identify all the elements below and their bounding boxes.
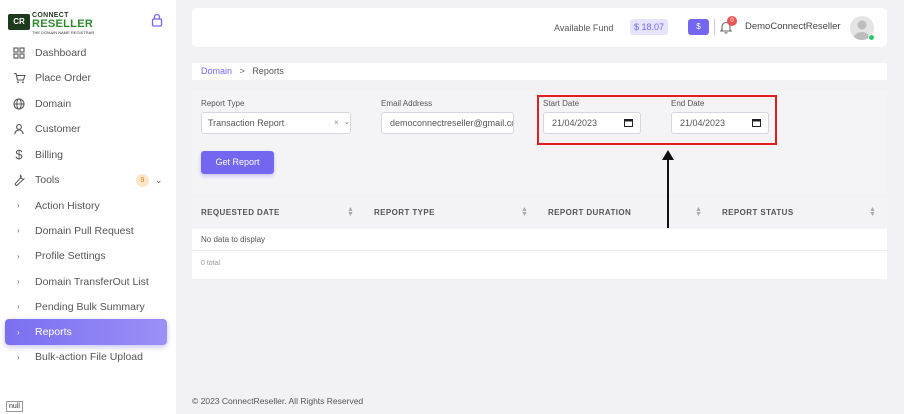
chevron-right-icon: ›: [17, 327, 20, 337]
available-fund-label: Available Fund: [554, 23, 614, 33]
clear-icon[interactable]: ×: [334, 113, 339, 133]
brand-logo[interactable]: CR CONNECT RESELLER THE DOMAIN NAME REGI…: [8, 12, 94, 35]
sidebar-subitem-label: Action History: [35, 199, 100, 212]
get-report-button[interactable]: Get Report: [201, 151, 274, 174]
sidebar-item-label: Place Order: [35, 72, 92, 85]
sidebar-subitem-label: Pending Bulk Summary: [35, 300, 145, 313]
email-address-field[interactable]: democonnectreseller@gmail.com: [381, 112, 514, 134]
chevron-right-icon: ›: [17, 201, 20, 211]
user-name[interactable]: DemoConnectReseller: [745, 21, 841, 32]
sidebar-subitem-domain-transferout-list[interactable]: › Domain TransferOut List: [0, 269, 176, 294]
sidebar-item-billing[interactable]: $ Billing: [0, 142, 176, 168]
sort-icon[interactable]: ▲ ▼: [695, 206, 702, 218]
sidebar-item-label: Customer: [35, 123, 81, 136]
sidebar-item-tools[interactable]: Tools 9 ⌄: [0, 168, 176, 194]
chevron-right-icon: ›: [17, 302, 20, 312]
header-divider: [714, 19, 715, 35]
sort-icon[interactable]: ▲ ▼: [869, 206, 876, 218]
sidebar-subitem-action-history[interactable]: › Action History: [0, 193, 176, 218]
sidebar-item-domain[interactable]: Domain: [0, 91, 176, 117]
date-range-highlight-box: [537, 95, 777, 145]
chevron-down-icon: ⌄: [155, 174, 163, 185]
sidebar-subitem-domain-pull-request[interactable]: › Domain Pull Request: [0, 218, 176, 243]
chevron-right-icon: ›: [17, 277, 20, 287]
sidebar-subitem-label: Bulk-action File Upload: [35, 351, 143, 364]
sidebar-nav: Dashboard Place Order Domain Customer $ …: [0, 40, 176, 370]
available-fund-value: $ 18.07: [630, 19, 669, 35]
sort-icon[interactable]: ▲ ▼: [347, 206, 354, 218]
sidebar-item-place-order[interactable]: Place Order: [0, 66, 176, 92]
chevron-down-icon[interactable]: ⌄: [344, 113, 350, 133]
sidebar-item-customer[interactable]: Customer: [0, 117, 176, 143]
column-header-requested-date[interactable]: REQUESTED DATE: [201, 208, 280, 217]
total-count: 0 total: [201, 260, 221, 267]
breadcrumb-current: Reports: [252, 66, 284, 76]
sidebar-subitem-reports[interactable]: › Reports: [5, 319, 167, 345]
table-header-row: REQUESTED DATE ▲ ▼ REPORT TYPE ▲ ▼ REPORT …: [192, 197, 887, 229]
breadcrumb-separator: >: [239, 66, 245, 76]
notification-badge: 0: [727, 16, 737, 26]
footer-copyright: © 2023 ConnectReseller. All Rights Reser…: [192, 396, 364, 406]
add-fund-button[interactable]: $: [688, 19, 709, 35]
top-header: Available Fund $ 18.07 $ 0 DemoConnectRe…: [192, 8, 887, 47]
sidebar-item-label: Tools: [35, 174, 60, 187]
null-tag: null: [6, 401, 23, 412]
column-header-report-status[interactable]: REPORT STATUS: [722, 208, 794, 217]
annotation-arrow-icon: [662, 150, 674, 228]
lock-icon[interactable]: [150, 13, 164, 27]
sidebar-subitem-pending-bulk-summary[interactable]: › Pending Bulk Summary: [0, 294, 176, 319]
sidebar-item-label: Domain: [35, 97, 72, 110]
sidebar-subitem-label: Profile Settings: [35, 250, 106, 263]
chevron-right-icon: ›: [17, 226, 20, 236]
report-type-select[interactable]: Transaction Report × ⌄: [201, 112, 351, 134]
logo-tagline: THE DOMAIN NAME REGISTRAR: [32, 30, 95, 35]
logo-mark: CR: [8, 14, 30, 30]
no-data-message: No data to display: [201, 235, 266, 244]
dollar-icon: $: [15, 147, 23, 163]
sidebar-subitem-label: Reports: [35, 326, 72, 339]
sidebar-subitem-bulk-action-file-upload[interactable]: › Bulk-action File Upload: [0, 345, 176, 370]
logo-line2: RESELLER: [32, 18, 94, 30]
reports-table: REQUESTED DATE ▲ ▼ REPORT TYPE ▲ ▼ REPORT …: [192, 197, 887, 279]
user-icon: [12, 122, 26, 136]
chevron-right-icon: ›: [17, 352, 20, 362]
column-header-report-type[interactable]: REPORT TYPE: [374, 208, 435, 217]
sidebar-subitem-label: Domain Pull Request: [35, 224, 134, 237]
globe-icon: [12, 97, 26, 111]
sidebar-subitem-profile-settings[interactable]: › Profile Settings: [0, 244, 176, 269]
tools-count-badge: 9: [136, 173, 149, 187]
sidebar-item-label: Billing: [35, 148, 64, 161]
chevron-right-icon: ›: [17, 251, 20, 261]
sidebar-item-label: Dashboard: [35, 46, 87, 59]
email-address-label: Email Address: [381, 99, 433, 108]
sidebar-item-dashboard[interactable]: Dashboard: [0, 40, 176, 66]
report-filter-panel: Report Type Transaction Report × ⌄ Email…: [192, 90, 887, 194]
grid-icon: [12, 46, 26, 60]
cart-icon: [12, 71, 26, 85]
table-divider: [192, 250, 887, 251]
sidebar: CR CONNECT RESELLER THE DOMAIN NAME REGI…: [0, 0, 176, 414]
report-type-label: Report Type: [201, 99, 245, 108]
sort-icon[interactable]: ▲ ▼: [521, 206, 528, 218]
sidebar-subitem-label: Domain TransferOut List: [35, 275, 149, 288]
wrench-icon: [12, 173, 26, 187]
breadcrumb-domain-link[interactable]: Domain: [201, 66, 232, 76]
online-status-dot: [868, 34, 875, 41]
report-type-value: Transaction Report: [208, 118, 285, 128]
column-header-report-duration[interactable]: REPORT DURATION: [548, 208, 631, 217]
breadcrumb: Domain > Reports: [192, 63, 887, 80]
